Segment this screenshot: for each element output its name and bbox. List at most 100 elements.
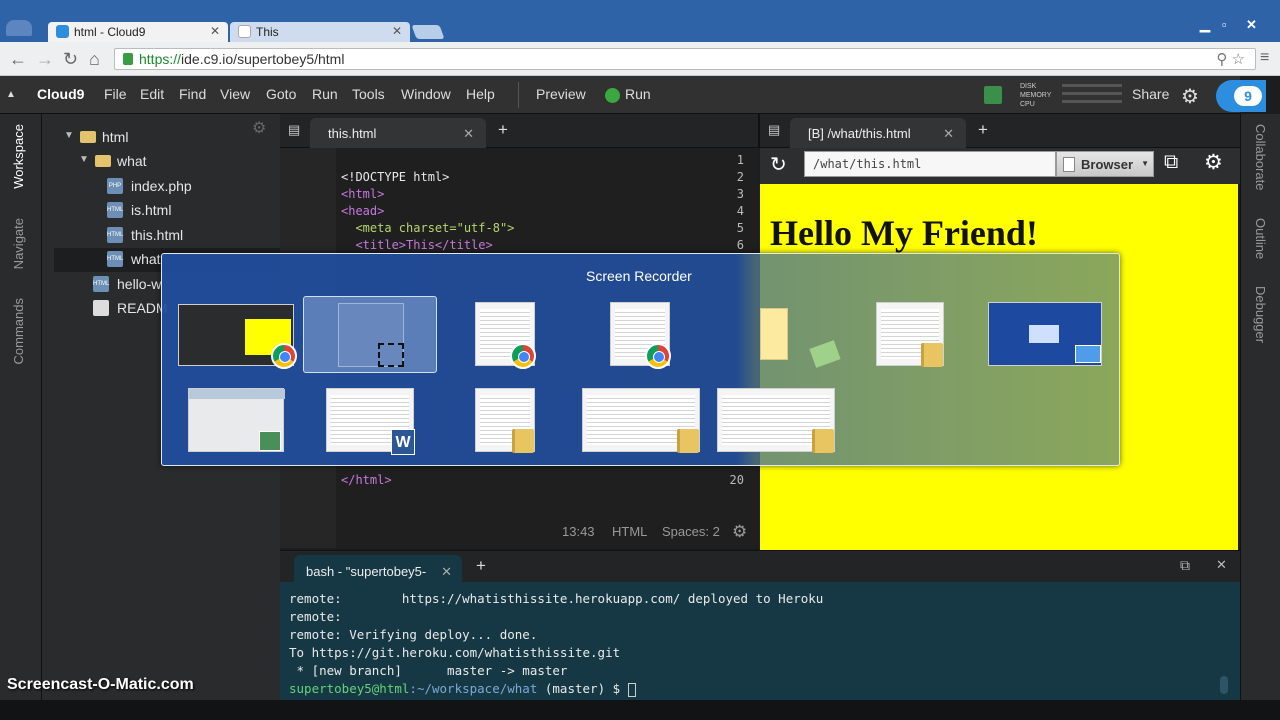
- window-thumb-word[interactable]: W: [326, 388, 415, 455]
- folder-icon: [512, 429, 534, 453]
- add-tab-icon[interactable]: +: [498, 120, 508, 140]
- collapse-icon[interactable]: ▲: [6, 89, 16, 100]
- tab-outline[interactable]: Outline: [1253, 218, 1268, 259]
- tab-bash[interactable]: bash - "supertobey5- ✕: [294, 555, 462, 583]
- recycle-icon[interactable]: [809, 340, 841, 368]
- recorder-frame-icon: [378, 343, 404, 367]
- tree-file-is-html[interactable]: HTML is.html: [107, 199, 257, 223]
- tab-this-html[interactable]: this.html ✕: [310, 118, 486, 148]
- window-thumb-explorer1[interactable]: [876, 302, 944, 367]
- add-tab-icon[interactable]: +: [476, 556, 486, 576]
- terminal-scrollbar[interactable]: [1220, 676, 1228, 694]
- menu-find[interactable]: Find: [179, 86, 206, 102]
- indent-setting[interactable]: Spaces: 2: [662, 524, 720, 539]
- preview-button[interactable]: Preview: [536, 86, 586, 102]
- close-icon[interactable]: ✕: [392, 24, 402, 38]
- line-number: 6: [736, 238, 744, 252]
- tree-file-index-php[interactable]: PHP index.php: [107, 175, 257, 199]
- cursor-position[interactable]: 13:43: [562, 524, 595, 539]
- ide-menubar: ▲ Cloud9 File Edit Find View Goto Run To…: [0, 76, 1266, 114]
- menu-view[interactable]: View: [220, 86, 250, 102]
- menu-run[interactable]: Run: [312, 86, 338, 102]
- share-button[interactable]: Share: [1132, 86, 1169, 102]
- browser-dropdown-label: Browser: [1081, 157, 1134, 172]
- browser-tab-this[interactable]: This ✕: [230, 22, 410, 42]
- close-icon[interactable]: ✕: [943, 126, 954, 142]
- tab-menu-icon[interactable]: ▤: [288, 122, 300, 138]
- forward-icon[interactable]: →: [36, 49, 54, 70]
- menu-tools[interactable]: Tools: [352, 86, 385, 102]
- close-icon[interactable]: ✕: [441, 564, 452, 580]
- cloud9-menu[interactable]: Cloud9: [37, 86, 84, 102]
- tree-file-this-html[interactable]: HTML this.html: [107, 224, 257, 248]
- tab-workspace[interactable]: Workspace: [11, 124, 26, 189]
- tab-navigate[interactable]: Navigate: [11, 218, 26, 269]
- tree-folder-what[interactable]: ▼ what: [79, 150, 259, 174]
- tree-folder-html[interactable]: ▼ html: [64, 126, 264, 150]
- tab-debugger[interactable]: Debugger: [1253, 286, 1268, 343]
- code-line: </html>: [341, 473, 392, 487]
- window-close-icon[interactable]: ✕: [1246, 17, 1257, 33]
- home-icon[interactable]: ⌂: [89, 49, 100, 70]
- run-button[interactable]: Run: [625, 86, 651, 102]
- user-icon[interactable]: [6, 20, 32, 36]
- settings-gear-icon[interactable]: ⚙: [732, 522, 747, 542]
- menu-icon[interactable]: ≡: [1260, 49, 1269, 67]
- window-thumb-chrome-ide[interactable]: [178, 304, 297, 369]
- menu-file[interactable]: File: [104, 86, 127, 102]
- chevron-down-icon[interactable]: ▼: [64, 130, 74, 141]
- window-thumb-explorer2[interactable]: [475, 388, 535, 453]
- prompt-user: supertobey5@html: [289, 681, 410, 696]
- url-input[interactable]: https://ide.c9.io/supertobey5/html ⚲ ☆: [114, 48, 1256, 70]
- zoom-and-bookmark-icons[interactable]: ⚲ ☆: [1216, 50, 1245, 68]
- gear-icon[interactable]: ⚙: [1181, 84, 1199, 109]
- window-thumb-notes[interactable]: [760, 308, 788, 360]
- metric-bars: [1062, 84, 1122, 106]
- minimize-icon[interactable]: ▁: [1200, 17, 1210, 33]
- reload-icon[interactable]: ↻: [63, 49, 78, 70]
- back-icon[interactable]: ←: [9, 49, 27, 70]
- add-tab-icon[interactable]: +: [978, 120, 988, 140]
- browser-dropdown[interactable]: Browser ▼: [1056, 151, 1154, 177]
- tree-item-label: html: [102, 129, 129, 145]
- tab-menu-icon[interactable]: ▤: [768, 122, 780, 138]
- selected-window[interactable]: [303, 296, 437, 373]
- window-thumb-explorer4[interactable]: [717, 388, 835, 453]
- preview-settings-icon[interactable]: ⚙: [1204, 150, 1223, 175]
- tab-commands[interactable]: Commands: [11, 298, 26, 364]
- chevron-down-icon[interactable]: ▼: [79, 154, 89, 165]
- refresh-icon[interactable]: ↻: [770, 152, 787, 177]
- chevron-down-icon: ▼: [1141, 159, 1149, 168]
- menu-window[interactable]: Window: [401, 86, 451, 102]
- close-icon[interactable]: ✕: [210, 24, 220, 38]
- menu-edit[interactable]: Edit: [140, 86, 164, 102]
- new-tab-button[interactable]: [411, 25, 445, 39]
- window-thumb-desktop[interactable]: [988, 302, 1102, 366]
- menu-goto[interactable]: Goto: [266, 86, 296, 102]
- window-thumb-explorer3[interactable]: [582, 388, 700, 453]
- restore-panel-icon[interactable]: ⧉: [1180, 557, 1190, 574]
- terminal-pane[interactable]: remote: https://whatisthissite.herokuapp…: [280, 582, 1240, 700]
- editor-status-bar: 13:43 HTML Spaces: 2 ⚙: [280, 522, 758, 548]
- window-thumb-chrome-doc2[interactable]: [610, 302, 671, 369]
- collab-avatar-icon[interactable]: [984, 86, 1002, 104]
- chrome-icon: [510, 343, 536, 369]
- window-thumb-chrome-doc1[interactable]: [475, 302, 536, 369]
- maximize-icon[interactable]: ▫: [1222, 17, 1227, 32]
- code-line: <!DOCTYPE html>: [341, 170, 450, 184]
- language-mode[interactable]: HTML: [612, 524, 647, 539]
- browser-tab-cloud9[interactable]: html - Cloud9 ✕: [48, 22, 228, 42]
- folder-icon: [812, 429, 834, 453]
- preview-url-input[interactable]: /what/this.html: [804, 151, 1056, 177]
- window-thumb-dialog[interactable]: [188, 388, 285, 452]
- close-icon[interactable]: ✕: [463, 126, 474, 142]
- metric-cpu-label: CPU: [1020, 101, 1035, 108]
- close-panel-icon[interactable]: ✕: [1216, 557, 1227, 573]
- tree-item-label: index.php: [131, 178, 192, 194]
- tab-collaborate[interactable]: Collaborate: [1253, 124, 1268, 191]
- tab-preview[interactable]: [B] /what/this.html ✕: [790, 118, 966, 148]
- popout-icon[interactable]: ⧉: [1164, 151, 1178, 174]
- app-icon: [259, 431, 281, 451]
- switcher-title: Screen Recorder: [586, 268, 692, 284]
- menu-help[interactable]: Help: [466, 86, 495, 102]
